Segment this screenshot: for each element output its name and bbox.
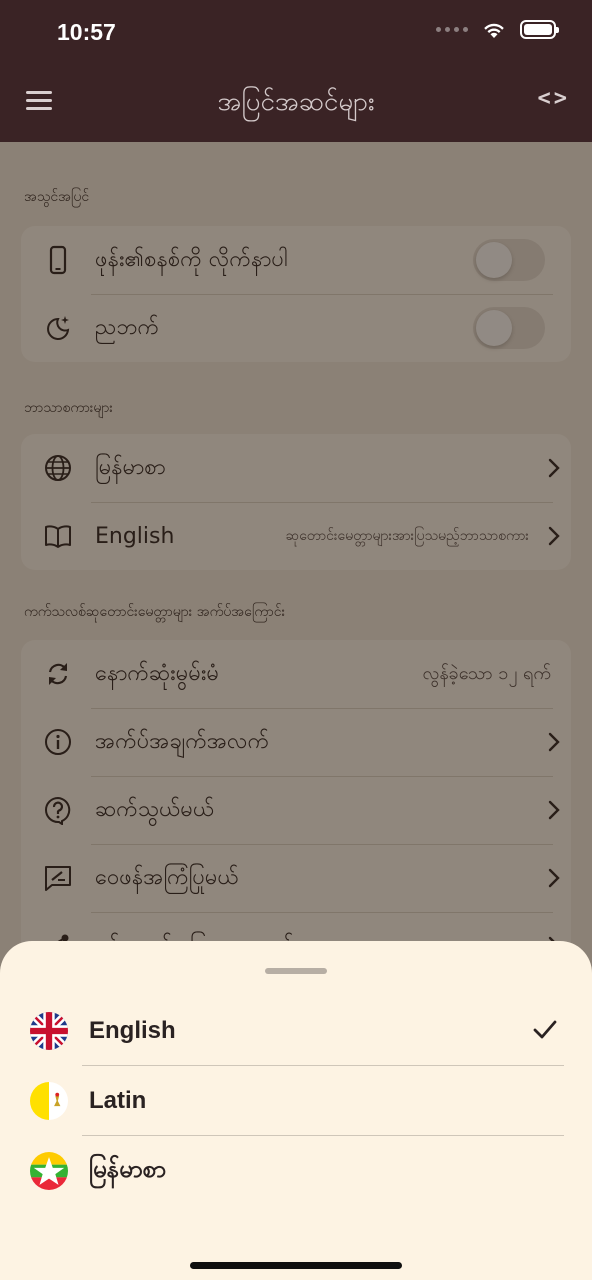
language-option-label: Latin bbox=[89, 1087, 147, 1114]
language-option-label: English bbox=[89, 1017, 176, 1044]
status-icons bbox=[436, 20, 559, 39]
language-sheet: English Latin မြန်မာစာ bbox=[0, 941, 592, 1280]
language-option-latin[interactable]: Latin bbox=[0, 1066, 592, 1136]
code-icon[interactable]: <> bbox=[538, 86, 571, 111]
language-option-label: မြန်မာစာ bbox=[89, 1156, 167, 1183]
signal-icon bbox=[436, 27, 468, 32]
page-title: အပြင်အဆင်များ bbox=[217, 87, 375, 117]
wifi-icon bbox=[484, 23, 504, 38]
battery-icon bbox=[520, 20, 559, 39]
vatican-flag-icon bbox=[30, 1082, 68, 1120]
app-header: 10:57 အပြင်အဆင်များ <> bbox=[0, 0, 592, 142]
language-option-english[interactable]: English bbox=[0, 996, 592, 1066]
checkmark-icon bbox=[533, 1020, 557, 1039]
language-option-myanmar[interactable]: မြန်မာစာ bbox=[0, 1136, 592, 1206]
sheet-grabber[interactable] bbox=[265, 968, 327, 974]
uk-flag-icon bbox=[30, 1012, 68, 1050]
status-time: 10:57 bbox=[57, 19, 116, 45]
myanmar-flag-icon bbox=[30, 1152, 68, 1190]
home-indicator[interactable] bbox=[190, 1262, 402, 1269]
